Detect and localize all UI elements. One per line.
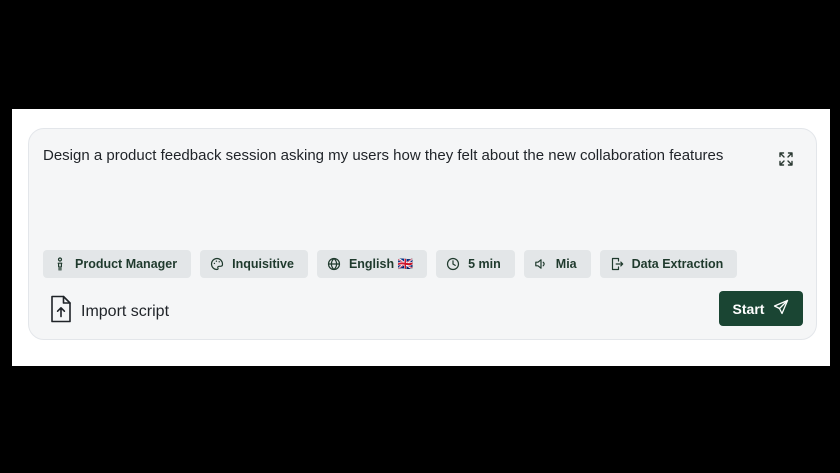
export-icon xyxy=(610,257,624,271)
expand-icon[interactable] xyxy=(778,151,794,167)
voice-chip[interactable]: Mia xyxy=(523,250,591,278)
output-chip-label: Data Extraction xyxy=(631,257,724,271)
tone-chip[interactable]: Inquisitive xyxy=(200,250,308,278)
file-upload-icon xyxy=(50,295,72,328)
role-chip[interactable]: Product Manager xyxy=(43,250,192,278)
prompt-input[interactable]: Design a product feedback session asking… xyxy=(43,146,763,166)
language-chip[interactable]: English 🇬🇧 xyxy=(316,250,428,278)
language-chip-label: English 🇬🇧 xyxy=(348,256,414,271)
start-button-label: Start xyxy=(732,300,765,317)
start-button[interactable]: Start xyxy=(719,291,803,326)
import-script-label: Import script xyxy=(81,302,170,320)
output-chip[interactable]: Data Extraction xyxy=(599,250,738,278)
tone-chip-label: Inquisitive xyxy=(232,257,294,271)
role-chip-label: Product Manager xyxy=(75,257,178,271)
palette-icon xyxy=(210,257,224,271)
duration-chip-label: 5 min xyxy=(468,257,501,271)
prompt-card: Design a product feedback session asking… xyxy=(28,128,817,340)
send-icon xyxy=(773,299,789,318)
person-icon xyxy=(53,257,67,271)
globe-icon xyxy=(327,257,341,271)
voice-chip-label: Mia xyxy=(555,257,577,271)
clock-icon xyxy=(446,257,460,271)
speaker-icon xyxy=(534,257,548,271)
import-script-button[interactable]: Import script xyxy=(50,295,169,328)
settings-chips: Product Manager Inquisitive English 🇬🇧 5… xyxy=(43,250,738,278)
duration-chip[interactable]: 5 min xyxy=(436,250,515,278)
